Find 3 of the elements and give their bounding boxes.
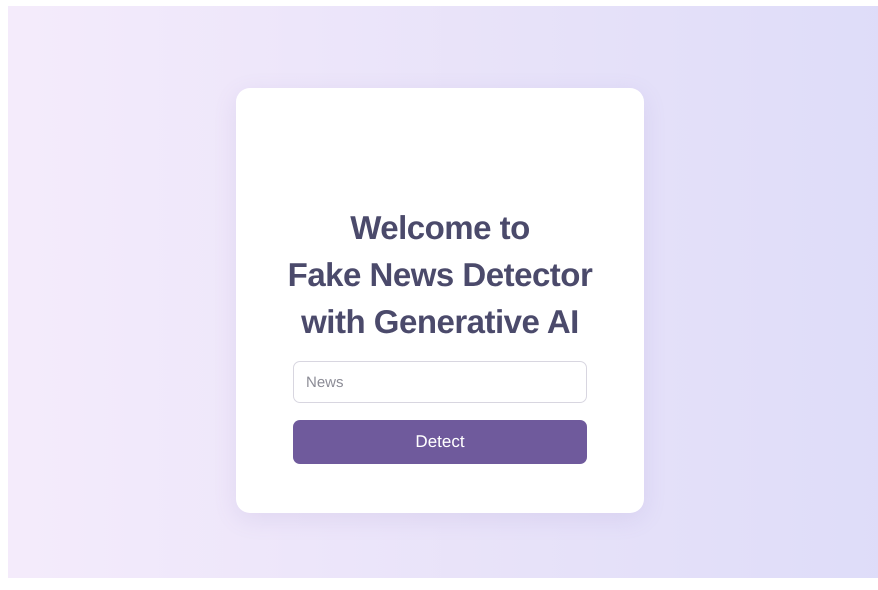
detect-button[interactable]: Detect xyxy=(293,420,587,464)
welcome-heading: Welcome to Fake News Detector with Generative AI xyxy=(288,208,592,342)
news-input-field[interactable]: News xyxy=(293,361,587,403)
